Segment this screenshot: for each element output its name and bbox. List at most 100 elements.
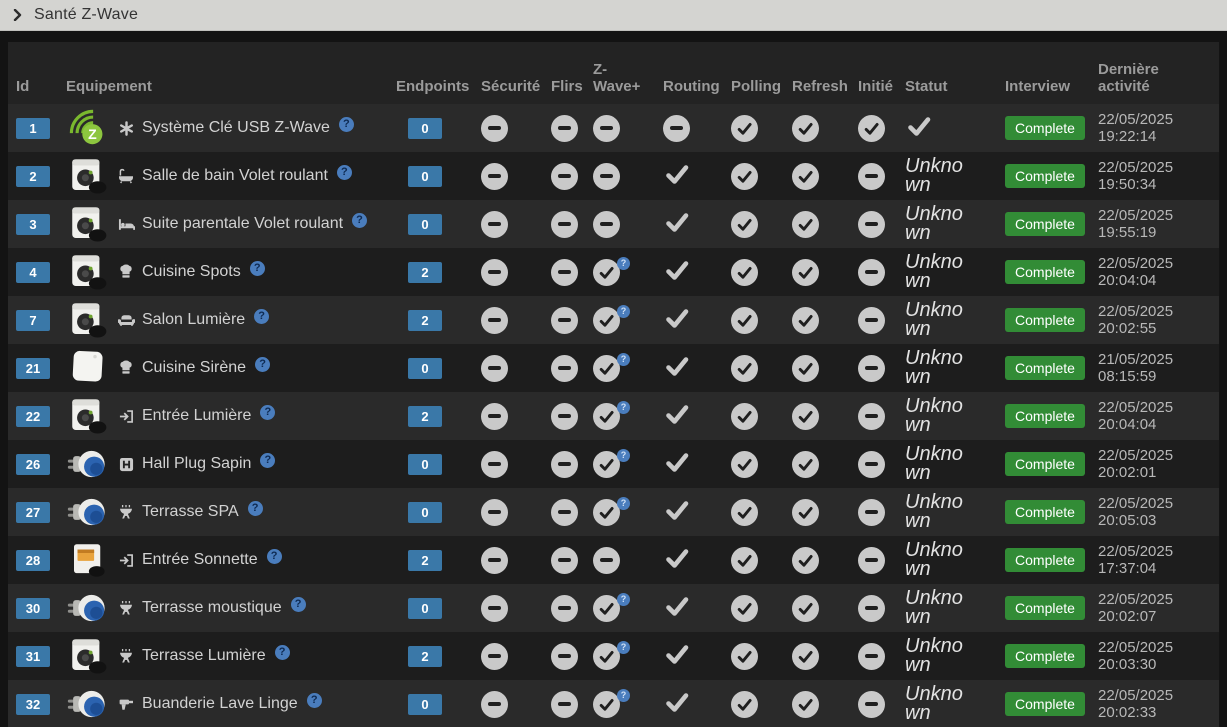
section-header-bar[interactable]: Santé Z-Wave (0, 0, 1227, 31)
device-id-badge: 26 (16, 453, 50, 475)
device-name-link[interactable]: Entrée Sonnette (142, 551, 258, 569)
col-header-endpoints: Endpoints (396, 77, 470, 95)
last-activity: 22/05/2025 19:22:14 (1098, 111, 1211, 146)
minus-circle-icon (481, 450, 508, 478)
status-text: Unknown (905, 394, 963, 436)
device-name-link[interactable]: Buanderie Lave Linge (142, 695, 298, 713)
minus-circle-icon (481, 594, 508, 622)
help-icon[interactable]: ? (336, 164, 352, 180)
question-icon[interactable]: ? (617, 640, 630, 654)
last-activity-date: 22/05/2025 (1098, 206, 1174, 224)
device-name-link[interactable]: Terrasse moustique (142, 599, 282, 617)
help-icon[interactable]: ? (247, 500, 263, 516)
question-icon[interactable]: ? (617, 400, 630, 414)
last-activity-date: 22/05/2025 (1098, 446, 1174, 464)
last-activity: 22/05/2025 20:04:04 (1098, 399, 1211, 434)
module-box-device-image (66, 154, 110, 198)
last-activity-date: 22/05/2025 (1098, 686, 1174, 704)
device-name-link[interactable]: Terrasse SPA (142, 503, 239, 521)
question-icon[interactable]: ? (617, 496, 630, 510)
help-icon[interactable]: ? (274, 644, 290, 660)
interview-status-badge: Complete (1005, 116, 1085, 140)
device-id-badge: 7 (16, 309, 50, 331)
device-name-link[interactable]: Hall Plug Sapin (142, 455, 251, 473)
help-icon[interactable]: ? (255, 356, 271, 372)
table-row: 3 Suite parentale Volet roulant ? 0 Unkn… (8, 200, 1219, 248)
col-header-securite: Sécurité (481, 77, 541, 95)
table-row: 28 Entrée Sonnette ? 2 Unknown Complete … (8, 536, 1219, 584)
device-name-link[interactable]: Suite parentale Volet roulant (142, 215, 343, 233)
device-name-link[interactable]: Salle de bain Volet roulant (142, 167, 328, 185)
question-icon[interactable]: ? (617, 688, 630, 702)
asterisk-icon (117, 119, 135, 137)
help-icon[interactable]: ? (254, 308, 270, 324)
minus-circle-icon (858, 210, 885, 238)
minus-circle-icon (481, 498, 508, 526)
check-circle-icon: ? (593, 256, 630, 286)
check-circle-icon: ? (593, 688, 630, 718)
svg-text:Z: Z (88, 126, 97, 142)
h-square-icon (117, 455, 135, 473)
minus-circle-icon (593, 162, 620, 190)
endpoints-badge: 0 (408, 213, 442, 235)
endpoints-badge: 0 (408, 117, 442, 139)
device-name-link[interactable]: Entrée Lumière (142, 407, 251, 425)
device-name-link[interactable]: Cuisine Sirène (142, 359, 246, 377)
check-icon (663, 545, 690, 572)
minus-circle-icon (858, 690, 885, 718)
help-icon[interactable]: ? (352, 212, 368, 228)
check-circle-icon (731, 210, 758, 238)
last-activity-date: 22/05/2025 (1098, 494, 1174, 512)
minus-circle-icon (551, 498, 578, 526)
help-icon[interactable]: ? (260, 404, 276, 420)
minus-circle-icon (551, 594, 578, 622)
help-icon[interactable]: ? (266, 548, 282, 564)
minus-circle-icon (593, 210, 620, 238)
question-icon[interactable]: ? (617, 592, 630, 606)
minus-circle-icon (551, 450, 578, 478)
last-activity-time: 20:02:33 (1098, 704, 1157, 721)
device-name-link[interactable]: Système Clé USB Z-Wave (142, 119, 330, 137)
check-circle-icon (792, 306, 819, 334)
check-icon (663, 593, 690, 620)
minus-circle-icon (593, 114, 620, 142)
last-activity-date: 21/05/2025 (1098, 350, 1174, 368)
check-circle-icon (792, 162, 819, 190)
minus-circle-icon (481, 210, 508, 238)
device-name-link[interactable]: Cuisine Spots (142, 263, 241, 281)
last-activity: 22/05/2025 20:02:33 (1098, 687, 1211, 722)
question-icon[interactable]: ? (617, 304, 630, 318)
last-activity: 22/05/2025 17:37:04 (1098, 543, 1211, 578)
last-activity-time: 19:50:34 (1098, 176, 1157, 193)
last-activity-date: 22/05/2025 (1098, 638, 1174, 656)
check-circle-icon (792, 690, 819, 718)
check-circle-icon: ? (593, 592, 630, 622)
help-icon[interactable]: ? (338, 116, 354, 132)
status-text: Unknown (905, 634, 963, 676)
last-activity: 22/05/2025 20:03:30 (1098, 639, 1211, 674)
check-circle-icon: ? (593, 448, 630, 478)
check-circle-icon (792, 498, 819, 526)
device-name-link[interactable]: Terrasse Lumière (142, 647, 266, 665)
status-text: Unknown (905, 154, 963, 196)
minus-circle-icon (481, 642, 508, 670)
check-icon (663, 305, 690, 332)
doorbell-box-device-image (66, 538, 110, 582)
question-icon[interactable]: ? (617, 256, 630, 270)
help-icon[interactable]: ? (249, 260, 265, 276)
interview-status-badge: Complete (1005, 500, 1085, 524)
help-icon[interactable]: ? (260, 452, 276, 468)
question-icon[interactable]: ? (617, 448, 630, 462)
minus-circle-icon (858, 642, 885, 670)
check-circle-icon (858, 114, 885, 142)
last-activity-time: 20:03:30 (1098, 656, 1157, 673)
check-circle-icon (731, 162, 758, 190)
device-name-link[interactable]: Salon Lumière (142, 311, 245, 329)
check-icon (663, 689, 690, 716)
question-icon[interactable]: ? (617, 352, 630, 366)
module-box-device-image (66, 394, 110, 438)
help-icon[interactable]: ? (306, 692, 322, 708)
help-icon[interactable]: ? (290, 596, 306, 612)
col-header-statut: Statut (905, 77, 948, 95)
check-circle-icon: ? (593, 352, 630, 382)
